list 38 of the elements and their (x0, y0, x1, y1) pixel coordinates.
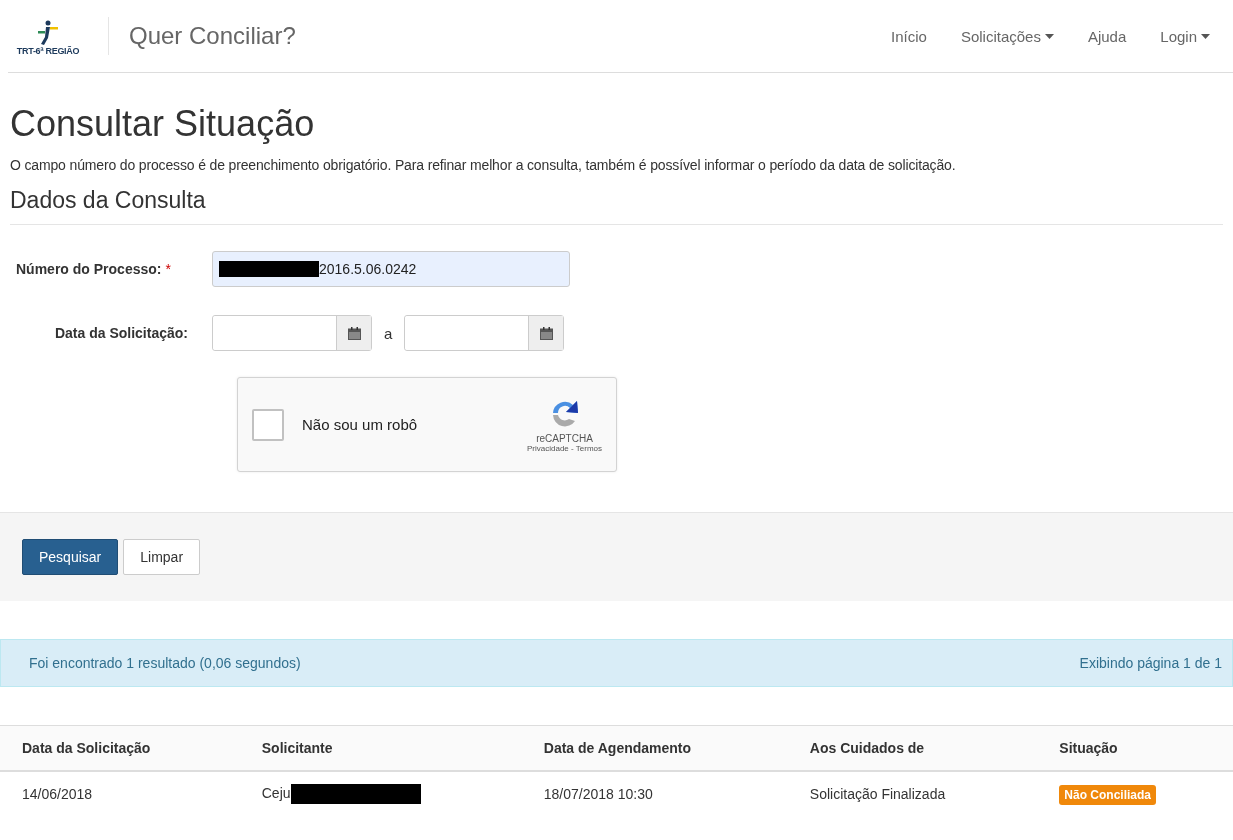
pagination-info: Exibindo página 1 de 1 (1079, 655, 1222, 671)
calendar-icon (347, 326, 361, 340)
table-cell: 14/06/2018 (22, 786, 93, 802)
privacy-terms-link[interactable]: Privacidade - Termos (527, 443, 602, 453)
nav-link[interactable]: Início (874, 27, 944, 45)
calendar-icon (539, 326, 553, 340)
range-separator: a (383, 324, 394, 342)
column-header: Situação (1037, 725, 1233, 771)
captcha-label: Não sou um robô (302, 416, 418, 433)
logo-text: TRT-6ª REGIÃO (16, 46, 80, 56)
column-header: Data de Agendamento (521, 725, 788, 771)
page-title: Consultar Situação (10, 103, 316, 145)
calendar-button[interactable] (336, 316, 371, 350)
result-message: Foi encontrado 1 resultado (0,06 segundos) (29, 655, 301, 671)
calendar-button[interactable] (528, 316, 564, 350)
date-picker-field[interactable] (404, 315, 565, 351)
recaptcha-brand: reCAPTCHA (536, 432, 593, 444)
section-title: Dados da Consulta (10, 187, 1223, 225)
column-header: Data da Solicitação (0, 725, 240, 771)
intro-text: O campo número do processo é de preenchimento obrigatório. Para refinar melhor a consulta, também é possível informar o período da data de solicitação. (10, 157, 957, 173)
status-badge: Não Conciliada (1059, 785, 1156, 805)
captcha-checkbox[interactable] (252, 408, 284, 441)
field-label: Número do Processo: * (15, 261, 172, 277)
table-cell: Solicitação Finalizada (809, 786, 946, 802)
nav-link[interactable]: Ajuda (1070, 27, 1144, 45)
search-button[interactable]: Pesquisar (22, 539, 119, 575)
runner-logo-icon (36, 20, 60, 46)
nav-link[interactable]: Login (1143, 27, 1227, 45)
process-number-field[interactable]: 2016.5.06.0242 (212, 251, 570, 287)
nav-link[interactable]: Solicitações (943, 27, 1071, 45)
brand-title[interactable]: Quer Conciliar? (108, 17, 296, 55)
table-cell: Ceju (261, 784, 291, 801)
table-cell: 18/07/2018 10:30 (543, 786, 653, 802)
column-header: Aos Cuidados de (787, 725, 1038, 771)
column-header: Solicitante (239, 725, 522, 771)
clear-button[interactable]: Limpar (123, 539, 201, 575)
field-label: Data da Solicitação: (53, 325, 189, 341)
date-picker-field[interactable] (212, 315, 372, 351)
